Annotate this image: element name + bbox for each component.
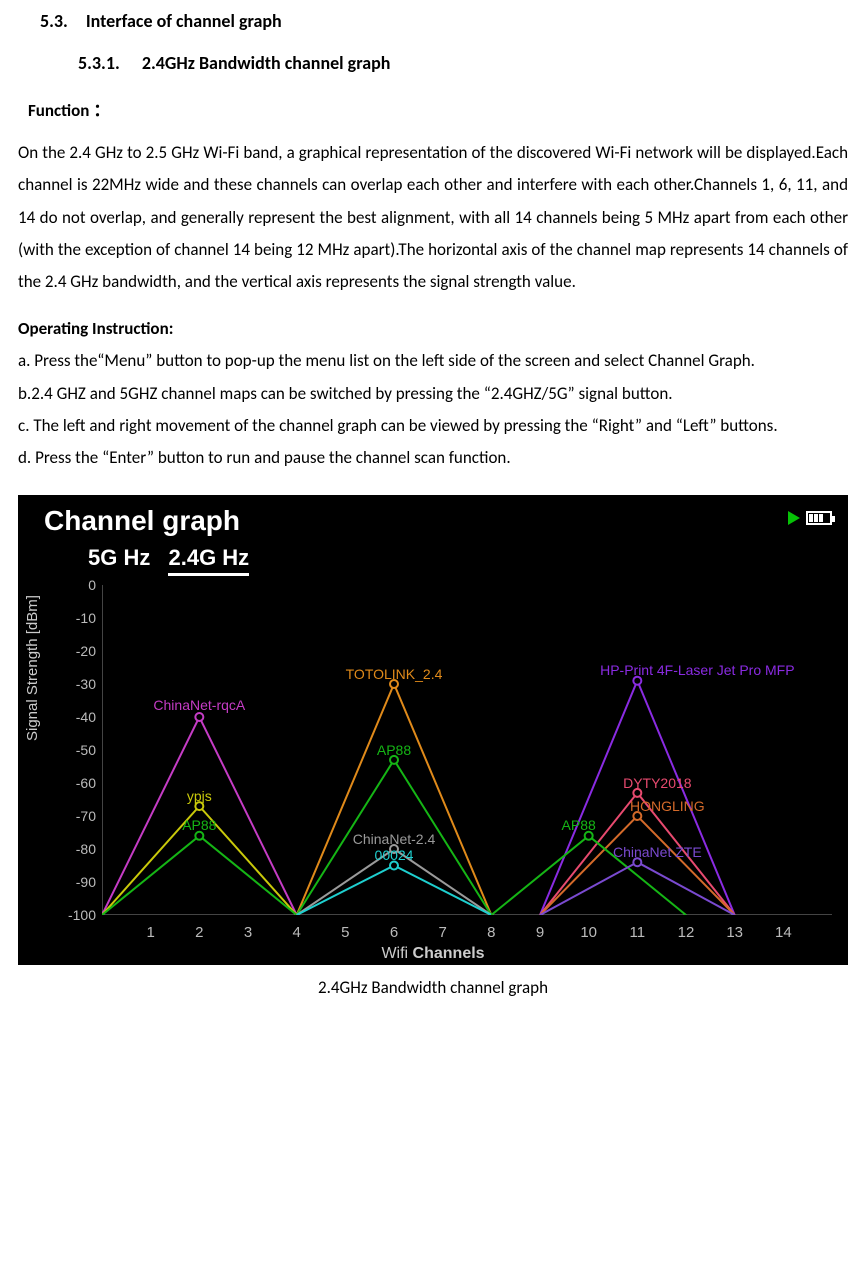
network-label: HONGLING [630,798,705,814]
x-tick: 1 [146,924,154,941]
x-tick: 7 [438,924,446,941]
y-axis-label: Signal Strength [dBm] [24,595,41,741]
x-tick: 13 [726,924,743,941]
y-tick: -10 [56,610,96,626]
network-label: AP88 [562,817,596,833]
network-label: ChinaNet ZTE [613,844,702,860]
screenshot-title: Channel graph [44,505,240,537]
x-tick: 10 [580,924,597,941]
y-tick: -80 [56,841,96,857]
chart-svg [102,585,832,915]
band-tabs: 5G Hz 2.4G Hz [88,545,261,576]
y-tick: -60 [56,775,96,791]
subsection-heading: 5.3.1. 2.4GHz Bandwidth channel graph [78,52,848,74]
x-tick: 6 [390,924,398,941]
oi-item-b: b.2.4 GHZ and 5GHZ channel maps can be s… [18,378,848,410]
y-tick: -20 [56,643,96,659]
y-tick: -70 [56,808,96,824]
y-tick: -40 [56,709,96,725]
network-label: AP88 [182,817,216,833]
x-axis-label: Wifi Channels [18,945,848,963]
x-tick: 11 [630,924,646,941]
y-tick: -100 [56,907,96,923]
network-label: TOTOLINK_2.4 [346,666,443,682]
oi-item-c: c. The left and right movement of the ch… [18,410,848,442]
x-tick: 9 [536,924,544,941]
function-paragraph: On the 2.4 GHz to 2.5 GHz Wi-Fi band, a … [18,137,848,298]
y-tick: 0 [56,577,96,593]
x-tick: 14 [775,924,792,941]
oi-item-d: d. Press the “Enter” button to run and p… [18,442,848,474]
x-tick: 12 [678,924,695,941]
x-tick: 8 [487,924,495,941]
network-label: ChinaNet-2.4 [353,831,436,847]
x-tick: 2 [195,924,203,941]
status-icons [788,511,832,525]
operating-instruction-label: Operating Instruction: [18,318,848,339]
tab-5ghz[interactable]: 5G Hz [88,545,150,571]
network-label: DYTY2018 [623,775,691,791]
tab-2-4ghz[interactable]: 2.4G Hz [168,545,249,576]
network-label: AP88 [377,742,411,758]
oi-item-a: a. Press the“Menu” button to pop-up the … [18,345,848,377]
function-label: Function ： [28,96,848,121]
network-label: 00024 [375,847,414,863]
figure-caption: 2.4GHz Bandwidth channel graph [18,977,848,998]
y-tick: -90 [56,874,96,890]
section-heading: 5.3. Interface of channel graph [40,10,848,32]
y-tick: -30 [56,676,96,692]
x-tick: 3 [244,924,252,941]
y-tick: -50 [56,742,96,758]
network-label: ypjs [187,788,212,804]
channel-graph-screenshot: Channel graph 5G Hz 2.4G Hz Signal Stren… [18,495,848,965]
x-tick: 4 [292,924,300,941]
network-label: ChinaNet-rqcA [153,697,245,713]
channel-plot: Signal Strength [dBm] Wifi Channels 0-10… [18,581,848,965]
network-label: HP-Print 4F-Laser Jet Pro MFP [600,662,795,678]
operating-instruction-list: a. Press the“Menu” button to pop-up the … [18,345,848,474]
play-icon [788,511,800,525]
battery-icon [806,511,832,525]
x-tick: 5 [341,924,349,941]
